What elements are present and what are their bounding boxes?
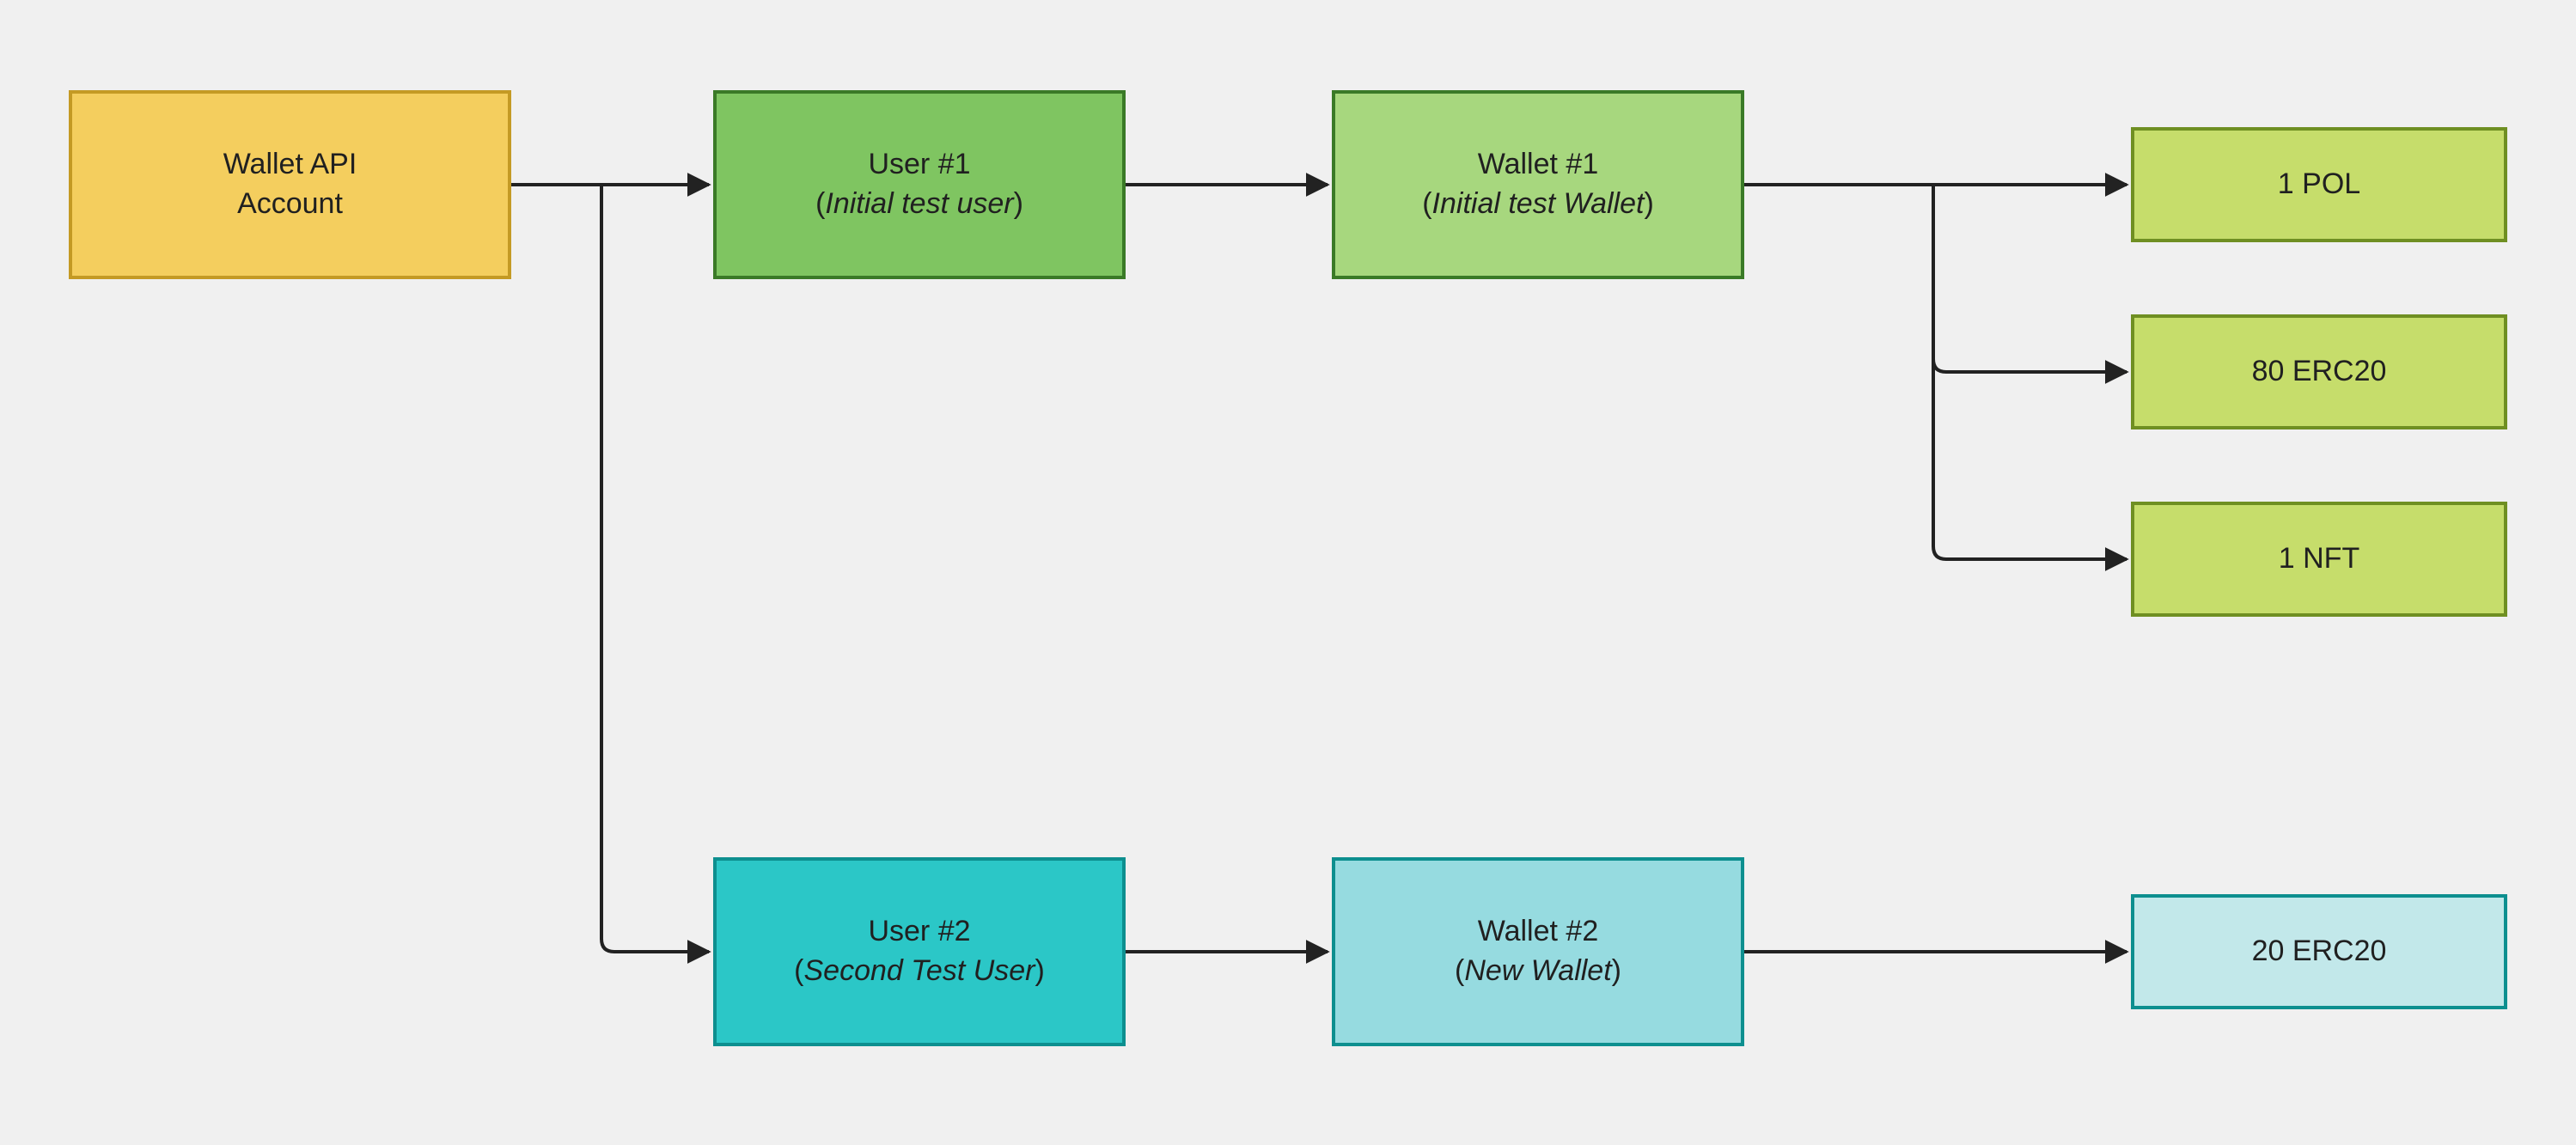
node-asset-erc20-a: 80 ERC20 <box>2131 314 2507 429</box>
edge-wallet1-nft <box>1933 185 2127 559</box>
node-title: User #2 <box>868 912 970 952</box>
diagram-canvas: Wallet API Account User #1 Initial test … <box>0 0 2576 1145</box>
node-subtitle: New Wallet <box>1455 952 1621 991</box>
node-asset-nft: 1 NFT <box>2131 502 2507 617</box>
node-title: 1 NFT <box>2279 539 2359 579</box>
node-wallet-api-account: Wallet API Account <box>69 90 511 279</box>
node-asset-pol: 1 POL <box>2131 127 2507 242</box>
node-title: 80 ERC20 <box>2252 352 2387 392</box>
node-subtitle: Initial test user <box>815 185 1023 224</box>
node-wallet-2: Wallet #2 New Wallet <box>1332 857 1744 1046</box>
node-title: Wallet #2 <box>1478 912 1598 952</box>
node-title: Wallet API <box>223 145 357 185</box>
node-subtitle: Initial test Wallet <box>1422 185 1654 224</box>
node-title: 1 POL <box>2278 165 2360 204</box>
node-line2: Account <box>237 185 343 224</box>
node-wallet-1: Wallet #1 Initial test Wallet <box>1332 90 1744 279</box>
node-subtitle: Second Test User <box>794 952 1045 991</box>
node-title: 20 ERC20 <box>2252 932 2387 971</box>
node-user-1: User #1 Initial test user <box>713 90 1126 279</box>
node-user-2: User #2 Second Test User <box>713 857 1126 1046</box>
node-title: Wallet #1 <box>1478 145 1598 185</box>
node-title: User #1 <box>868 145 970 185</box>
edge-account-user2 <box>601 185 709 952</box>
node-asset-erc20-b: 20 ERC20 <box>2131 894 2507 1009</box>
edge-wallet1-erc20 <box>1933 185 2127 372</box>
